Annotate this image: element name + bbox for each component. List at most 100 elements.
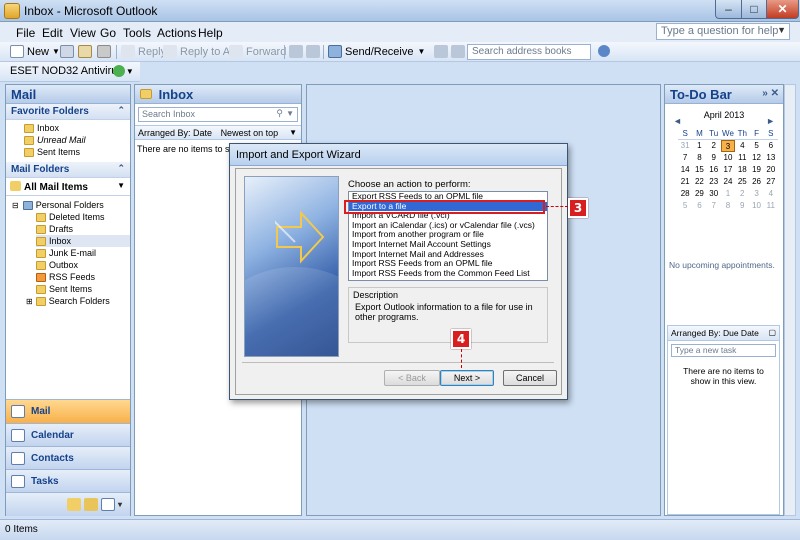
calendar-day[interactable]: 10 <box>721 152 735 164</box>
favorite-unread-mail[interactable]: Unread Mail <box>24 134 130 146</box>
move-button[interactable] <box>78 45 95 58</box>
menu-file[interactable]: File <box>16 26 35 40</box>
tasks-arranged-header[interactable]: Arranged By: Due Date ▢ <box>668 326 779 341</box>
next-button[interactable]: Next > <box>440 370 494 386</box>
folder-list-icon[interactable] <box>83 498 98 511</box>
eset-icon[interactable] <box>113 65 128 77</box>
calendar-day[interactable]: 8 <box>721 200 735 212</box>
calendar-day[interactable]: 24 <box>721 176 735 188</box>
sort-order-label[interactable]: Newest on top <box>221 128 279 138</box>
calendar-day[interactable]: 4 <box>735 140 749 152</box>
calendar-day[interactable]: 31 <box>678 140 692 152</box>
folder-sent-items[interactable]: Sent Items <box>36 283 130 295</box>
delete-button[interactable] <box>97 45 114 58</box>
reply-all-button[interactable]: Reply to All <box>163 45 235 58</box>
calendar-day[interactable]: 14 <box>678 164 692 176</box>
calendar-day[interactable]: 23 <box>707 176 721 188</box>
next-month-icon[interactable]: ► <box>766 116 775 126</box>
calendar-day[interactable]: 21 <box>678 176 692 188</box>
calendar-day[interactable]: 12 <box>749 152 763 164</box>
calendar-day[interactable]: 27 <box>764 176 778 188</box>
calendar-day[interactable]: 8 <box>692 152 706 164</box>
todo-scrollbar[interactable] <box>784 84 796 516</box>
folder-inbox[interactable]: Inbox <box>36 235 130 247</box>
calendar-day[interactable]: 9 <box>707 152 721 164</box>
calendar-day[interactable]: 25 <box>735 176 749 188</box>
folder-outbox[interactable]: Outbox <box>36 259 130 271</box>
calendar-day[interactable]: 15 <box>692 164 706 176</box>
close-icon[interactable]: ✕ <box>771 88 779 99</box>
follow-up-button[interactable] <box>306 45 323 58</box>
help-question-input[interactable]: Type a question for help ▼ <box>656 23 790 40</box>
close-button[interactable]: ✕ <box>766 0 799 19</box>
nav-button-calendar[interactable]: Calendar <box>6 423 130 446</box>
calendar-day[interactable]: 16 <box>707 164 721 176</box>
calendar-day[interactable]: 5 <box>749 140 763 152</box>
menu-help[interactable]: Help <box>198 26 223 40</box>
calendar-day[interactable]: 3 <box>720 140 736 152</box>
calendar-day[interactable]: 9 <box>735 200 749 212</box>
calendar-day[interactable]: 6 <box>764 140 778 152</box>
menu-go[interactable]: Go <box>100 26 116 40</box>
calendar-day[interactable]: 6 <box>692 200 706 212</box>
calendar-day[interactable]: 7 <box>678 152 692 164</box>
folder-junk-email[interactable]: Junk E-mail <box>36 247 130 259</box>
calendar-day[interactable]: 3 <box>749 188 763 200</box>
print-button[interactable] <box>60 45 77 58</box>
calendar-day[interactable]: 17 <box>721 164 735 176</box>
calendar-day[interactable]: 13 <box>764 152 778 164</box>
forward-button[interactable]: Forward <box>229 45 286 58</box>
nav-button-mail[interactable]: Mail <box>6 399 130 423</box>
search-address-books-input[interactable]: Search address books <box>467 44 591 60</box>
favorite-inbox[interactable]: Inbox <box>24 122 130 134</box>
calendar-day[interactable]: 29 <box>692 188 706 200</box>
chevron-down-icon[interactable]: ▼ <box>777 25 786 35</box>
configure-buttons-icon[interactable]: ▾ <box>118 500 122 509</box>
nav-button-tasks[interactable]: Tasks <box>6 469 130 492</box>
find-button[interactable] <box>434 45 451 58</box>
categorize-button[interactable] <box>289 45 306 58</box>
calendar-day[interactable]: 1 <box>721 188 735 200</box>
collapse-icon[interactable]: ⌃ <box>117 105 125 116</box>
cancel-button[interactable]: Cancel <box>503 370 557 386</box>
chevron-down-icon[interactable]: ▼ <box>286 109 294 118</box>
shortcuts-icon[interactable] <box>100 498 115 511</box>
calendar-day[interactable]: 11 <box>735 152 749 164</box>
new-task-input[interactable]: Type a new task <box>671 344 776 357</box>
calendar-day[interactable]: 26 <box>749 176 763 188</box>
new-button[interactable]: New ▼ <box>10 45 60 58</box>
menu-actions[interactable]: Actions <box>157 26 196 40</box>
calendar-day[interactable]: 30 <box>707 188 721 200</box>
calendar-day[interactable]: 20 <box>764 164 778 176</box>
calendar-day[interactable]: 4 <box>764 188 778 200</box>
favorite-folders-header[interactable]: Favorite Folders ⌃ <box>6 104 130 120</box>
calendar-day[interactable]: 7 <box>707 200 721 212</box>
action-listbox[interactable]: Export RSS Feeds to an OPML file Export t… <box>348 191 548 281</box>
calendar-day[interactable]: 11 <box>764 200 778 212</box>
calendar-day[interactable]: 10 <box>749 200 763 212</box>
notes-icon[interactable] <box>66 498 81 511</box>
calendar-day[interactable]: 2 <box>735 188 749 200</box>
arranged-by-header[interactable]: Arranged By: Date Newest on top ▼ <box>135 125 301 140</box>
personal-folders-root[interactable]: ⊟ Personal Folders <box>12 199 130 211</box>
folder-deleted-items[interactable]: Deleted Items <box>36 211 130 223</box>
help-button[interactable] <box>598 45 613 57</box>
maximize-button[interactable]: □ <box>741 0 767 19</box>
reply-button[interactable]: Reply <box>121 45 166 58</box>
mail-folders-header[interactable]: Mail Folders ⌃ <box>6 162 130 178</box>
nav-button-contacts[interactable]: Contacts <box>6 446 130 469</box>
menu-edit[interactable]: Edit <box>42 26 63 40</box>
expand-icon[interactable]: » <box>762 88 768 99</box>
calendar-day[interactable]: 22 <box>692 176 706 188</box>
search-inbox-input[interactable]: Search Inbox ⚲ ▼ <box>138 107 298 122</box>
menu-tools[interactable]: Tools <box>123 26 151 40</box>
calendar-day[interactable]: 1 <box>692 140 706 152</box>
previous-month-icon[interactable]: ◄ <box>673 116 682 126</box>
all-mail-items-selector[interactable]: All Mail Items ▼ <box>6 178 130 196</box>
menu-view[interactable]: View <box>70 26 96 40</box>
send-receive-button[interactable]: Send/Receive ▼ <box>328 45 425 58</box>
folder-drafts[interactable]: Drafts <box>36 223 130 235</box>
calendar-day[interactable]: 19 <box>749 164 763 176</box>
search-icon[interactable]: ⚲ <box>276 108 283 119</box>
action-item[interactable]: Import RSS Feeds from the Common Feed Li… <box>349 268 547 279</box>
